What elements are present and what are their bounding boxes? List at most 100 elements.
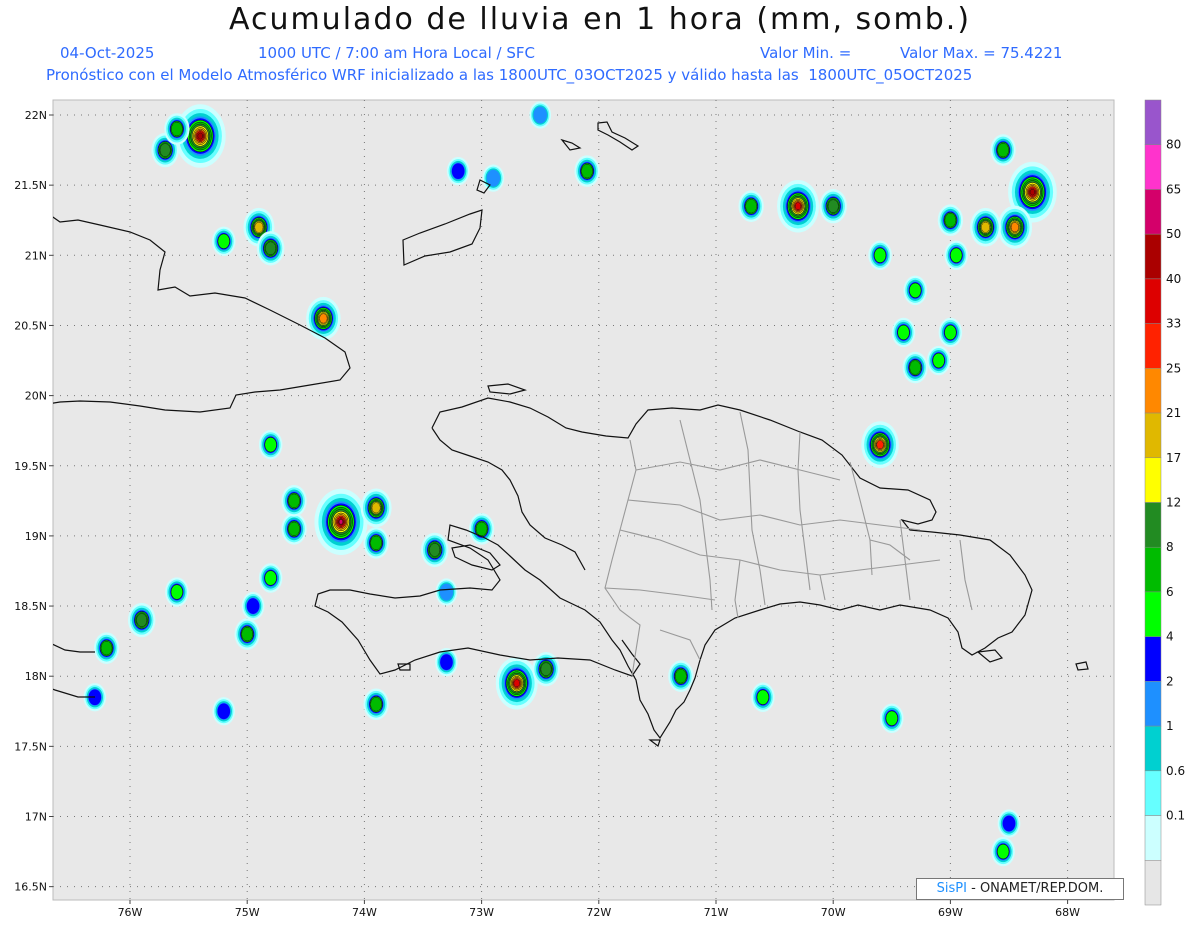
rain-contour [159,143,171,157]
colorbar-segment [1144,860,1162,906]
rain-cell [668,660,694,692]
rain-contour [136,613,148,627]
rain-contour [950,247,963,263]
rain-cell [997,809,1021,838]
rain-cell [751,682,775,712]
rain-cell [529,101,552,129]
lat-label: 19N [25,530,47,543]
rain-cell [93,632,120,664]
rain-contour [171,121,183,137]
rain-contour [241,626,254,642]
colorbar-label: 8 [1166,540,1174,554]
rain-contour [533,106,547,124]
colorbar-segment [1144,189,1162,235]
colorbar-label: 17 [1166,451,1181,465]
colorbar-label: 4 [1166,630,1174,644]
rain-cell [937,204,964,237]
colorbar-segment [1144,770,1162,816]
lat-label: 20N [25,390,47,403]
colorbar-segment [1144,233,1162,280]
rain-contour [217,703,231,720]
rain-contour [873,247,887,263]
lon-label: 76W [118,906,143,919]
rain-contour [264,570,277,586]
colorbar-label: 25 [1166,361,1181,375]
colorbar-label: 6 [1166,585,1174,599]
rain-cell [574,155,600,187]
credit-box: SisPI - ONAMET/REP.DOM. [916,878,1124,900]
lat-label: 17N [25,811,47,824]
rain-contour [675,668,687,684]
lat-label: 19.5N [14,460,47,473]
lon-label: 75W [235,906,260,919]
rain-contour [581,163,593,179]
lat-label: 20.5N [14,319,47,332]
rain-contour [909,282,922,298]
rain-cell [532,652,560,687]
colorbar-segment [1144,412,1162,459]
lon-label: 70W [821,906,846,919]
rain-cell [306,296,341,341]
colorbar-segment [1144,144,1162,190]
rain-contour [264,437,277,453]
rain-cell [212,697,236,726]
lon-label: 74W [352,906,377,919]
lon-label: 68W [1055,906,1080,919]
lon-label: 72W [586,906,611,919]
rain-cell [281,513,307,545]
colorbar-segment [1144,681,1162,727]
rain-contour [1002,815,1016,832]
rain-map: 22N 21.5N 21N 20.5N 20N 19.5N 19N 18.5N 18N 17.5N… [14,99,1185,919]
lat-label: 21.5N [14,179,47,192]
colorbar-label: 50 [1166,227,1181,241]
colorbar-segment [1144,591,1162,637]
colorbar-label: 33 [1166,317,1181,331]
colorbar-segment [1144,99,1162,145]
rain-cell [495,656,538,710]
rain-contour [897,324,910,341]
rain-cell [868,240,892,270]
rain-cell [360,488,392,528]
colorbar-segment [1144,815,1162,861]
lat-label: 17.5N [14,740,47,753]
rain-cell [777,179,820,233]
rain-cell [212,226,236,256]
rain-cell [363,527,389,559]
rain-contour [265,241,277,256]
longitude-labels: 76W 75W 74W 73W 72W 71W 70W 69W 68W [118,900,1080,919]
rain-contour [370,535,382,551]
rain-cell [891,317,916,348]
rain-contour [997,142,1009,158]
rain-cell [281,485,307,517]
colorbar-label: 1 [1166,719,1174,733]
rain-cell [738,190,764,222]
rain-cell [127,602,156,638]
rain-cell [938,317,963,348]
rain-contour [981,221,990,233]
rain-cell [446,156,470,186]
rain-contour [217,233,230,249]
rain-cell [903,275,927,306]
lat-label: 22N [25,109,47,122]
rain-cell [258,563,283,593]
rain-contour [745,198,757,214]
rain-contour [944,213,957,228]
lat-label: 18N [25,670,47,683]
sispi-logo: SisPI [936,881,967,896]
rain-cell [482,164,505,192]
rain-contour [827,199,839,213]
rain-contour [100,640,113,656]
rain-cell [164,113,190,145]
rain-cell [435,578,458,606]
latitude-labels: 22N 21.5N 21N 20.5N 20N 19.5N 19N 18.5N 18N 17.5N… [14,109,53,894]
rain-cell [991,836,1015,867]
rain-cell [997,205,1033,249]
colorbar-label: 2 [1166,674,1174,688]
rain-contour [876,440,884,450]
rain-contour [288,493,300,509]
rain-contour [909,360,922,375]
lat-label: 21N [25,249,47,262]
rain-contour [1029,188,1036,196]
rain-contour [246,598,260,614]
rain-cell [902,351,928,384]
